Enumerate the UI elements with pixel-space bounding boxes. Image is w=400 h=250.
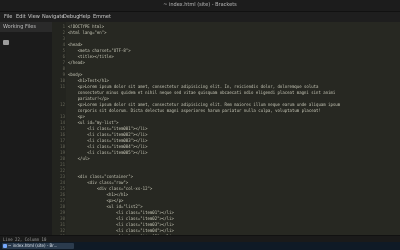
menu-emmet[interactable]: Emmet [93,13,111,21]
line-number-gutter: 1 2 3 4 5 6 7 8 9 10 11 12 13 14 15 16 17 18 19 20 21 22 23 24 2… [52,22,66,239]
code-line: </ul> [68,156,90,161]
taskbar-item-label: ~ index.html (site) - Br... [8,243,58,248]
menu-edit[interactable]: Edit [16,13,26,21]
brackets-app-icon [3,244,7,248]
code-line: </head> [68,60,85,65]
code-line: <html lang="en"> [68,30,107,35]
line-number: 11 [60,84,65,89]
line-number: 12 [60,102,65,107]
menu-navigate[interactable]: Navigate [42,13,64,21]
taskbar-brackets-button[interactable]: ~ index.html (site) - Br... [2,243,74,249]
sidebar: Working Files [0,22,52,235]
working-files-label: Working Files [3,24,36,30]
menu-bar: File Edit View Navigate Debug Help Emmet [0,12,400,22]
code-line: corporis sit dolorum. Dicta delectus mag… [68,108,321,113]
file-icon [3,40,9,45]
menu-debug[interactable]: Debug [63,13,79,21]
window-title: ~ index.html (site) - Brackets [163,2,237,8]
code-editor[interactable]: <!DOCTYPE html> <html lang="en"> <head> <m… [66,22,400,239]
menu-help[interactable]: Help [79,13,90,21]
menu-file[interactable]: File [4,13,12,21]
taskbar: ~ index.html (site) - Br... [0,242,400,250]
menu-view[interactable]: View [28,13,40,21]
title-bar: ~ index.html (site) - Brackets [0,0,400,12]
working-files-tab[interactable]: Working Files [0,22,52,32]
